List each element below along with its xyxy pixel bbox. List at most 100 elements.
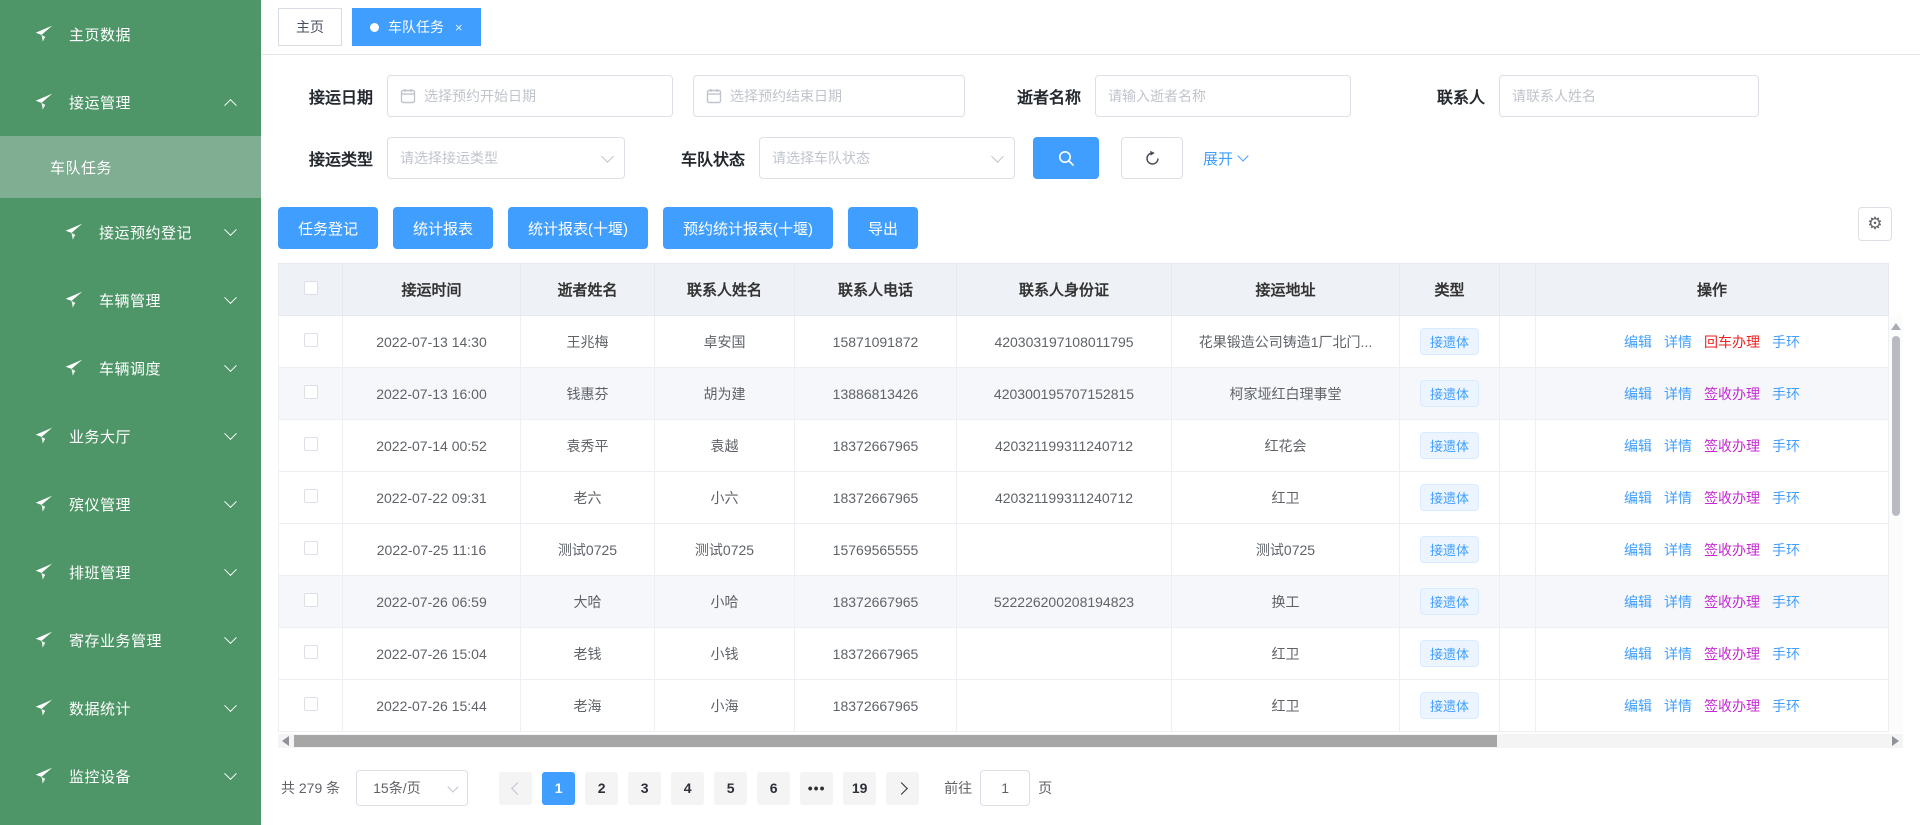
search-button[interactable]	[1033, 137, 1099, 179]
vertical-scrollbar[interactable]	[1889, 315, 1903, 732]
deceased-name-input[interactable]: 请输入逝者名称	[1095, 75, 1351, 117]
vertical-scrollbar-thumb[interactable]	[1892, 336, 1900, 516]
column-settings-button[interactable]: ⚙	[1858, 207, 1892, 241]
sidebar-item-5[interactable]: 车辆管理	[0, 266, 261, 334]
next-page-button[interactable]	[886, 772, 919, 805]
row-checkbox[interactable]	[304, 697, 318, 711]
toolbar-button-5[interactable]: 导出	[848, 207, 918, 249]
deceased-name-cell: 测试0725	[521, 524, 655, 576]
row-checkbox[interactable]	[304, 593, 318, 607]
action-link[interactable]: 签收办理	[1704, 646, 1760, 662]
row-checkbox[interactable]	[304, 541, 318, 555]
goto-page-input[interactable]	[980, 770, 1030, 806]
sidebar-item-1[interactable]: 主页数据	[0, 0, 261, 68]
refresh-button[interactable]	[1121, 137, 1183, 179]
action-link[interactable]: 详情	[1664, 646, 1692, 662]
action-link[interactable]: 签收办理	[1704, 594, 1760, 610]
toolbar-button-4[interactable]: 预约统计报表(十堰)	[663, 207, 833, 249]
action-link[interactable]: 详情	[1664, 594, 1692, 610]
page-button-4[interactable]: 4	[671, 772, 704, 805]
page-ellipsis[interactable]: •••	[800, 772, 833, 805]
action-link[interactable]: 回车办理	[1704, 334, 1760, 350]
fleet-status-select[interactable]: 请选择车队状态	[759, 137, 1015, 179]
expand-toggle[interactable]: 展开	[1203, 148, 1247, 169]
page-button-6[interactable]: 6	[757, 772, 790, 805]
action-link[interactable]: 签收办理	[1704, 386, 1760, 402]
action-link[interactable]: 签收办理	[1704, 438, 1760, 454]
action-link[interactable]: 编辑	[1624, 698, 1652, 714]
page-button-19[interactable]: 19	[843, 772, 876, 805]
action-link[interactable]: 编辑	[1624, 490, 1652, 506]
action-link[interactable]: 手环	[1772, 334, 1800, 350]
action-link[interactable]: 详情	[1664, 334, 1692, 350]
sidebar-item-2[interactable]: 接运管理	[0, 68, 261, 136]
scroll-left-icon[interactable]	[282, 736, 289, 746]
sidebar-item-11[interactable]: 数据统计	[0, 674, 261, 742]
prev-page-button[interactable]	[499, 772, 532, 805]
action-link[interactable]: 手环	[1772, 438, 1800, 454]
paper-plane-icon	[64, 358, 84, 378]
action-link[interactable]: 手环	[1772, 646, 1800, 662]
date-end-input[interactable]: 选择预约结束日期	[693, 75, 965, 117]
sidebar-item-label: 监控设备	[69, 766, 131, 787]
date-start-input[interactable]: 选择预约开始日期	[387, 75, 673, 117]
scroll-right-icon[interactable]	[1892, 736, 1899, 746]
select-all-checkbox[interactable]	[304, 281, 318, 295]
toolbar-button-1[interactable]: 任务登记	[278, 207, 378, 249]
horizontal-scrollbar[interactable]	[278, 734, 1903, 748]
sidebar-item-3[interactable]: 车队任务	[0, 136, 261, 198]
row-checkbox[interactable]	[304, 333, 318, 347]
pickup-address-cell: 红卫	[1172, 472, 1400, 524]
row-checkbox[interactable]	[304, 385, 318, 399]
page-button-1[interactable]: 1	[542, 772, 575, 805]
contact-name-cell: 卓安国	[655, 316, 795, 368]
action-link[interactable]: 手环	[1772, 594, 1800, 610]
action-link[interactable]: 详情	[1664, 386, 1692, 402]
action-link[interactable]: 手环	[1772, 490, 1800, 506]
action-link[interactable]: 手环	[1772, 542, 1800, 558]
action-link[interactable]: 详情	[1664, 438, 1692, 454]
tab-1[interactable]: 主页	[278, 8, 342, 46]
sidebar-item-8[interactable]: 殡仪管理	[0, 470, 261, 538]
sidebar-item-12[interactable]: 监控设备	[0, 742, 261, 810]
close-icon[interactable]: ×	[455, 20, 463, 35]
pickup-time-cell: 2022-07-14 00:52	[343, 420, 521, 472]
action-link[interactable]: 详情	[1664, 698, 1692, 714]
sidebar-item-6[interactable]: 车辆调度	[0, 334, 261, 402]
action-link[interactable]: 编辑	[1624, 438, 1652, 454]
action-link[interactable]: 手环	[1772, 698, 1800, 714]
row-checkbox[interactable]	[304, 437, 318, 451]
row-checkbox[interactable]	[304, 645, 318, 659]
action-link[interactable]: 编辑	[1624, 542, 1652, 558]
tab-2[interactable]: 车队任务×	[352, 8, 481, 46]
action-link[interactable]: 详情	[1664, 542, 1692, 558]
sidebar-item-10[interactable]: 寄存业务管理	[0, 606, 261, 674]
action-link[interactable]: 编辑	[1624, 334, 1652, 350]
toolbar-button-3[interactable]: 统计报表(十堰)	[508, 207, 648, 249]
action-link[interactable]: 签收办理	[1704, 490, 1760, 506]
horizontal-scrollbar-thumb[interactable]	[294, 735, 1497, 747]
action-link[interactable]: 手环	[1772, 386, 1800, 402]
sidebar-item-9[interactable]: 排班管理	[0, 538, 261, 606]
actions-cell: 编辑详情签收办理手环	[1536, 576, 1889, 628]
action-link[interactable]: 签收办理	[1704, 542, 1760, 558]
scroll-up-icon[interactable]	[1891, 323, 1901, 330]
row-checkbox[interactable]	[304, 489, 318, 503]
action-link[interactable]: 签收办理	[1704, 698, 1760, 714]
page-size-select[interactable]: 15条/页	[356, 770, 468, 806]
action-link[interactable]: 编辑	[1624, 594, 1652, 610]
action-link[interactable]: 编辑	[1624, 646, 1652, 662]
toolbar-button-2[interactable]: 统计报表	[393, 207, 493, 249]
page-button-2[interactable]: 2	[585, 772, 618, 805]
type-cell: 接遗体	[1400, 628, 1500, 680]
contact-name-cell: 小钱	[655, 628, 795, 680]
page-button-5[interactable]: 5	[714, 772, 747, 805]
action-link[interactable]: 详情	[1664, 490, 1692, 506]
contact-input[interactable]: 请联系人姓名	[1499, 75, 1759, 117]
page-button-3[interactable]: 3	[628, 772, 661, 805]
sidebar-item-4[interactable]: 接运预约登记	[0, 198, 261, 266]
sidebar-item-7[interactable]: 业务大厅	[0, 402, 261, 470]
transport-type-select[interactable]: 请选择接运类型	[387, 137, 625, 179]
paper-plane-icon	[34, 494, 54, 514]
action-link[interactable]: 编辑	[1624, 386, 1652, 402]
